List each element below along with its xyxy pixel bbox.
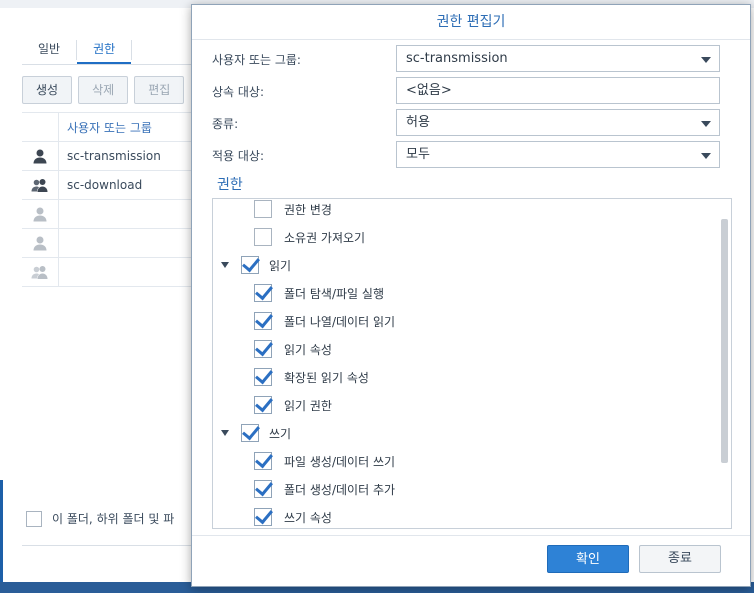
apply-to-value: 모두 <box>406 147 430 162</box>
user-or-group-value: sc-transmission <box>406 51 508 66</box>
tab-bar: 일반 권한 <box>22 36 202 65</box>
permission-group-write[interactable]: 쓰기 <box>221 422 291 444</box>
tab-general[interactable]: 일반 <box>22 36 76 64</box>
write-checkbox[interactable] <box>241 424 259 442</box>
table-row[interactable]: sc-download <box>22 171 202 200</box>
read-permissions-checkbox[interactable] <box>254 396 272 414</box>
permission-label: 폴더 생성/데이터 추가 <box>284 482 396 497</box>
permission-item-list-read-data[interactable]: 폴더 나열/데이터 읽기 <box>254 310 395 332</box>
column-header-user-or-group[interactable]: 사용자 또는 그룹 <box>59 119 152 136</box>
permission-label: 읽기 권한 <box>284 398 332 413</box>
collapse-arrow-icon[interactable] <box>221 430 229 436</box>
chevron-down-icon[interactable] <box>701 57 711 63</box>
permission-group-read[interactable]: 읽기 <box>221 254 291 276</box>
read-checkbox[interactable] <box>241 256 259 274</box>
take-ownership-checkbox[interactable] <box>254 228 272 246</box>
desktop-edge <box>0 480 3 593</box>
tab-separator <box>131 40 133 60</box>
type-label: 종류: <box>212 117 239 131</box>
apply-to-subfolders-checkbox[interactable] <box>26 510 42 527</box>
create-button[interactable]: 생성 <box>22 76 73 104</box>
apply-to-label: 적용 대상: <box>212 149 265 163</box>
edit-button[interactable]: 편집 <box>134 76 185 104</box>
permission-label: 파일 생성/데이터 쓰기 <box>284 454 396 469</box>
permission-label: 쓰기 <box>269 426 292 441</box>
table-row[interactable] <box>22 200 202 229</box>
apply-to-subfolders-label: 이 폴더, 하위 폴더 및 파 <box>52 512 175 526</box>
permission-label: 소유권 가져오기 <box>284 230 366 245</box>
ok-button[interactable]: 확인 <box>547 545 629 573</box>
user-icon <box>22 229 59 257</box>
table-cell-name: sc-transmission <box>67 149 161 163</box>
user-icon <box>22 200 59 228</box>
chevron-down-icon[interactable] <box>701 121 711 127</box>
permission-item-read-permissions[interactable]: 읽기 권한 <box>254 394 332 416</box>
permission-item-take-ownership[interactable]: 소유권 가져오기 <box>254 226 365 248</box>
permission-label: 권한 변경 <box>284 202 332 217</box>
change-permissions-checkbox[interactable] <box>254 200 272 218</box>
delete-button[interactable]: 삭제 <box>78 76 129 104</box>
table-cell-name: sc-download <box>67 178 143 192</box>
permission-label: 쓰기 속성 <box>284 510 332 525</box>
permission-item-traverse-execute[interactable]: 폴더 탐색/파일 실행 <box>254 282 384 304</box>
permission-editor-dialog: 권한 편집기 사용자 또는 그룹: sc-transmission 상속 대상:… <box>191 4 751 587</box>
user-or-group-select[interactable]: sc-transmission <box>396 45 720 72</box>
permissions-toolbar: 생성 삭제 편집 <box>22 76 185 104</box>
group-icon <box>22 258 59 286</box>
dialog-title[interactable]: 권한 편집기 <box>192 5 750 40</box>
permissions-table: 사용자 또는 그룹 sc-transmission sc-download <box>22 112 202 287</box>
divider <box>22 545 202 546</box>
type-row: 종류: 허용 <box>212 109 732 137</box>
table-header: 사용자 또는 그룹 <box>22 112 202 142</box>
create-folders-checkbox[interactable] <box>254 480 272 498</box>
tab-permissions[interactable]: 권한 <box>77 36 132 64</box>
permission-item-write-attributes[interactable]: 쓰기 속성 <box>254 506 332 528</box>
read-attributes-checkbox[interactable] <box>254 340 272 358</box>
permission-label: 읽기 속성 <box>284 342 332 357</box>
collapse-arrow-icon[interactable] <box>221 262 229 268</box>
read-extended-attributes-checkbox[interactable] <box>254 368 272 386</box>
write-attributes-checkbox[interactable] <box>254 508 272 526</box>
table-row[interactable] <box>22 258 202 287</box>
table-header-icon-cell <box>22 113 59 141</box>
inherit-from-label: 상속 대상: <box>212 85 265 99</box>
inherit-from-value: <없음> <box>406 83 452 98</box>
user-or-group-row: 사용자 또는 그룹: sc-transmission <box>212 45 732 73</box>
apply-to-select[interactable]: 모두 <box>396 141 720 168</box>
permission-item-read-extended-attributes[interactable]: 확장된 읽기 속성 <box>254 366 369 388</box>
group-icon <box>22 171 59 199</box>
traverse-execute-checkbox[interactable] <box>254 284 272 302</box>
permission-item-change-permissions[interactable]: 권한 변경 <box>254 199 332 220</box>
table-row[interactable]: sc-transmission <box>22 142 202 171</box>
permission-label: 폴더 나열/데이터 읽기 <box>284 314 396 329</box>
chevron-down-icon[interactable] <box>701 153 711 159</box>
inherit-from-row: 상속 대상: <없음> <box>212 77 732 105</box>
list-read-data-checkbox[interactable] <box>254 312 272 330</box>
permission-label: 읽기 <box>269 258 292 273</box>
type-select[interactable]: 허용 <box>396 109 720 136</box>
permissions-scrollbar[interactable] <box>721 219 728 463</box>
permission-item-read-attributes[interactable]: 읽기 속성 <box>254 338 332 360</box>
permission-label: 폴더 탐색/파일 실행 <box>284 286 384 301</box>
permission-label: 확장된 읽기 속성 <box>284 370 369 385</box>
user-icon <box>22 142 59 170</box>
inherit-from-field: <없음> <box>396 77 720 104</box>
apply-to-subfolders-option[interactable]: 이 폴더, 하위 폴더 및 파 <box>26 510 174 527</box>
create-files-checkbox[interactable] <box>254 452 272 470</box>
user-or-group-label: 사용자 또는 그룹: <box>212 53 301 67</box>
permission-item-create-files[interactable]: 파일 생성/데이터 쓰기 <box>254 450 395 472</box>
table-row[interactable] <box>22 229 202 258</box>
permission-item-create-folders[interactable]: 폴더 생성/데이터 추가 <box>254 478 395 500</box>
apply-to-row: 적용 대상: 모두 <box>212 141 732 169</box>
permissions-heading: 권한 <box>217 177 243 193</box>
close-button[interactable]: 종료 <box>639 545 721 573</box>
type-value: 허용 <box>406 115 430 130</box>
divider <box>192 535 750 536</box>
permissions-tree: 권한 변경 소유권 가져오기 읽기 폴더 탐색/파일 실행 폴더 나열/데이터 … <box>212 198 732 529</box>
